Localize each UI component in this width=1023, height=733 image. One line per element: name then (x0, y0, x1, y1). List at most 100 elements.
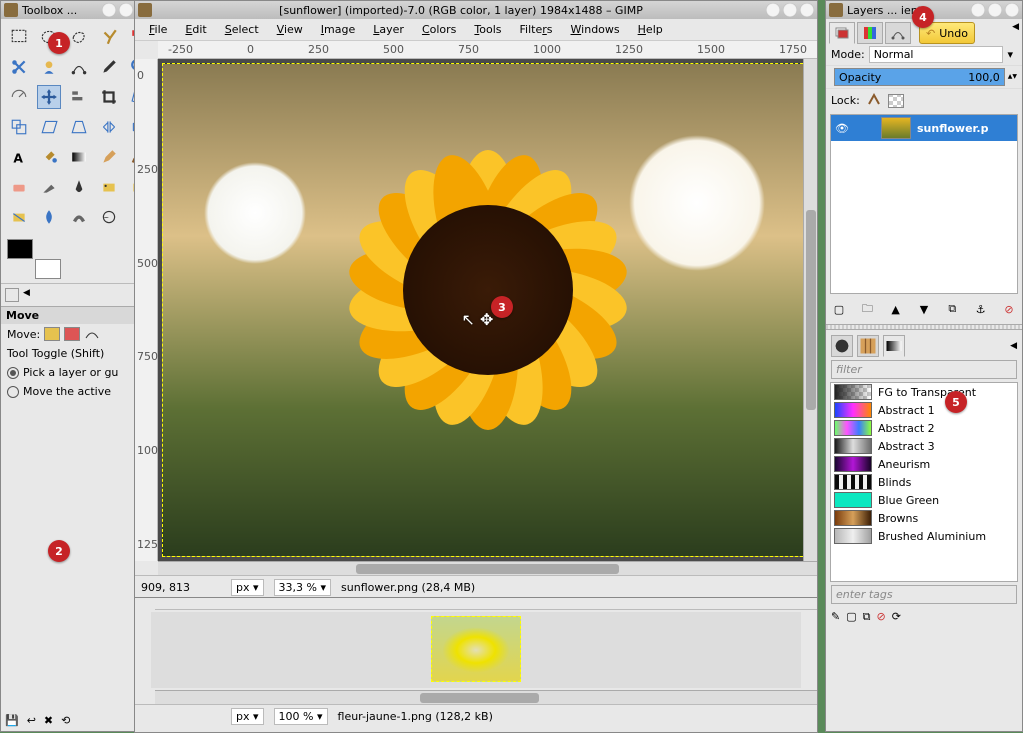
anchor-layer-icon[interactable]: ⚓ (972, 300, 990, 318)
gradient-filter-input[interactable]: filter (831, 360, 1017, 379)
minimize-button[interactable] (102, 3, 116, 17)
maximize-button[interactable] (783, 3, 797, 17)
align-tool[interactable] (67, 85, 91, 109)
menu-windows[interactable]: Windows (563, 21, 628, 38)
toolbox-titlebar[interactable]: Toolbox ... (1, 1, 153, 19)
perspective-clone-tool[interactable] (7, 205, 31, 229)
airbrush-tool[interactable] (37, 175, 61, 199)
vertical-ruler[interactable]: 025050075010001250 (135, 59, 158, 561)
tab-paths[interactable] (885, 22, 911, 44)
raise-layer-icon[interactable]: ▲ (887, 300, 905, 318)
menu-filters[interactable]: Filters (512, 21, 561, 38)
dock-menu-icon[interactable]: ◀ (1012, 22, 1019, 44)
move-layer-icon[interactable] (44, 327, 60, 341)
gradient-row[interactable]: Abstract 1 (831, 401, 1017, 419)
radio-pick-layer[interactable]: Pick a layer or gu (1, 363, 153, 382)
opacity-slider[interactable]: Opacity 100,0 (834, 68, 1005, 86)
blend-tool[interactable] (67, 145, 91, 169)
menu-tools[interactable]: Tools (466, 21, 509, 38)
dock-splitter[interactable] (826, 324, 1022, 330)
horizontal-ruler[interactable]: -25002505007501000125015001750 (158, 41, 817, 59)
image-window-titlebar[interactable]: [sunflower] (imported)-7.0 (RGB color, 1… (135, 1, 817, 19)
gradient-row[interactable]: Abstract 2 (831, 419, 1017, 437)
menu-help[interactable]: Help (630, 21, 671, 38)
text-tool[interactable]: A (7, 145, 31, 169)
dock-tab-icon[interactable] (5, 288, 19, 302)
bucket-fill-tool[interactable] (37, 145, 61, 169)
maximize-button[interactable] (988, 3, 1002, 17)
radio-move-active[interactable]: Move the active (1, 382, 153, 401)
delete-layer-icon[interactable]: ⊘ (1000, 300, 1018, 318)
paths-tool[interactable] (67, 55, 91, 79)
zoom-select[interactable]: 33,3 % ▾ (274, 579, 331, 596)
move-path-icon[interactable] (84, 327, 100, 341)
save-options-icon[interactable]: 💾 (5, 714, 19, 727)
menu-image[interactable]: Image (313, 21, 363, 38)
gradient-row[interactable]: Blinds (831, 473, 1017, 491)
layer-thumbnail[interactable] (881, 117, 911, 139)
duplicate-layer-icon[interactable]: ⧉ (943, 300, 961, 318)
canvas[interactable]: ↖ ✥ (158, 59, 817, 561)
layer-group-icon[interactable]: 🗀 (858, 300, 876, 318)
eraser-tool[interactable] (7, 175, 31, 199)
tab-layers[interactable] (829, 22, 855, 44)
measure-tool[interactable] (7, 85, 31, 109)
free-select-tool[interactable] (67, 25, 91, 49)
pencil-tool[interactable] (97, 145, 121, 169)
dodge-burn-tool[interactable] (97, 205, 121, 229)
unit-select-2[interactable]: px ▾ (231, 708, 264, 725)
tags-input[interactable]: enter tags (831, 585, 1017, 604)
gradient-row[interactable]: Blue Green (831, 491, 1017, 509)
visibility-eye-icon[interactable]: 👁 (835, 122, 849, 135)
menu-edit[interactable]: Edit (177, 21, 214, 38)
reset-options-icon[interactable]: ⟲ (61, 714, 70, 727)
lock-pixels-icon[interactable] (866, 92, 882, 109)
color-swatches[interactable] (7, 239, 61, 279)
canvas-2[interactable] (151, 612, 801, 688)
gradient-row[interactable]: Brushed Aluminium (831, 527, 1017, 545)
shear-tool[interactable] (37, 115, 61, 139)
tab-brushes[interactable] (831, 335, 853, 357)
gradient-list[interactable]: FG to TransparentAbstract 1Abstract 2Abs… (830, 382, 1018, 582)
fg-color-swatch[interactable] (7, 239, 33, 259)
layer-list[interactable]: 👁 sunflower.p (830, 114, 1018, 294)
move-tool[interactable] (37, 85, 61, 109)
delete-gradient-icon[interactable]: ⊘ (876, 610, 885, 624)
menu-layer[interactable]: Layer (365, 21, 412, 38)
rect-select-tool[interactable] (7, 25, 31, 49)
layer-mode-select[interactable]: Normal (869, 46, 1004, 63)
color-picker-tool[interactable] (97, 55, 121, 79)
move-selection-icon[interactable] (64, 327, 80, 341)
horizontal-scrollbar[interactable] (158, 561, 817, 575)
menu-select[interactable]: Select (217, 21, 267, 38)
tab-patterns[interactable] (857, 335, 879, 357)
foreground-select-tool[interactable] (37, 55, 61, 79)
dock-menu-icon[interactable]: ◀ (1010, 341, 1017, 351)
clone-tool[interactable] (97, 175, 121, 199)
smudge-tool[interactable] (67, 205, 91, 229)
scale-tool[interactable] (7, 115, 31, 139)
menu-view[interactable]: View (269, 21, 311, 38)
perspective-tool[interactable] (67, 115, 91, 139)
menu-colors[interactable]: Colors (414, 21, 464, 38)
layer-name[interactable]: sunflower.p (917, 122, 988, 135)
fuzzy-select-tool[interactable] (97, 25, 121, 49)
new-layer-icon[interactable]: ▢ (830, 300, 848, 318)
zoom-select-2[interactable]: 100 % ▾ (274, 708, 328, 725)
layer-row[interactable]: 👁 sunflower.p (831, 115, 1017, 141)
minimize-button[interactable] (971, 3, 985, 17)
minimize-button[interactable] (766, 3, 780, 17)
delete-options-icon[interactable]: ✖ (44, 714, 53, 727)
gradient-row[interactable]: Aneurism (831, 455, 1017, 473)
bg-color-swatch[interactable] (35, 259, 61, 279)
maximize-button[interactable] (119, 3, 133, 17)
horizontal-scrollbar-2[interactable] (155, 690, 817, 704)
gradient-row[interactable]: Browns (831, 509, 1017, 527)
unit-select[interactable]: px ▾ (231, 579, 264, 596)
close-button[interactable] (800, 3, 814, 17)
gradient-row[interactable]: FG to Transparent (831, 383, 1017, 401)
tab-channels[interactable] (857, 22, 883, 44)
ink-tool[interactable] (67, 175, 91, 199)
crop-tool[interactable] (97, 85, 121, 109)
close-button[interactable] (1005, 3, 1019, 17)
